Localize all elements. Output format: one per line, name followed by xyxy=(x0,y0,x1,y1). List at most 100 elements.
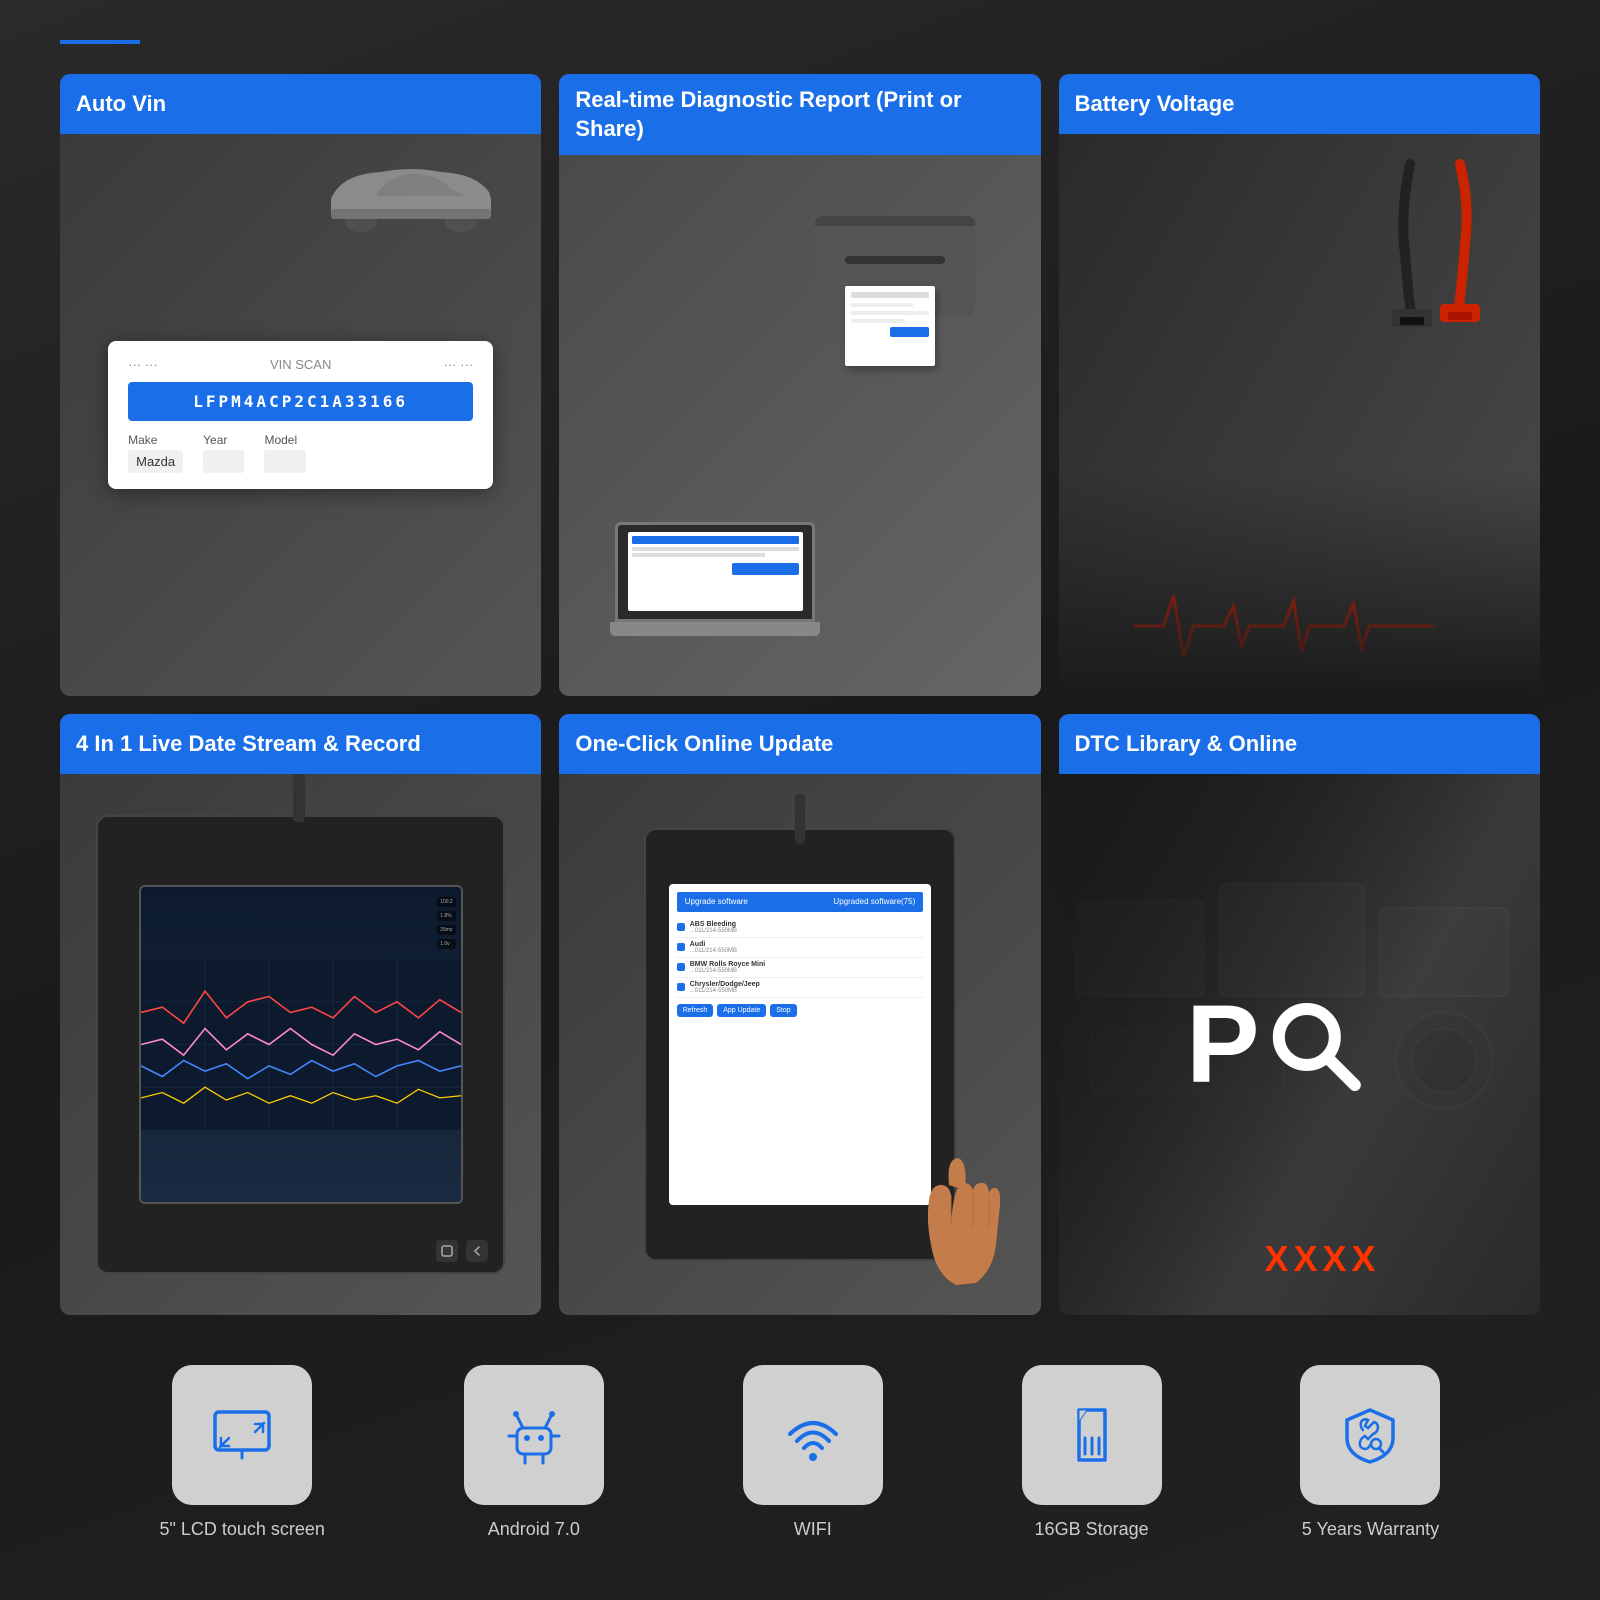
update-checkbox-1 xyxy=(677,923,685,931)
scanner-btn-1 xyxy=(436,1240,458,1262)
diagnostic-label: Real-time Diagnostic Report (Print or Sh… xyxy=(559,74,1040,155)
app-update-button[interactable]: App Update xyxy=(717,1004,766,1017)
update-item-name-1: ABS Bleeding ...011/214-550MB xyxy=(690,921,924,934)
laptop-base xyxy=(610,622,820,636)
storage-label: 16GB Storage xyxy=(1035,1519,1149,1540)
update-cable-top xyxy=(795,794,805,844)
wifi-icon xyxy=(778,1400,848,1470)
android-icon-box xyxy=(464,1365,604,1505)
dtc-search-icon xyxy=(1264,995,1364,1095)
laptop-screen-content xyxy=(628,532,803,612)
car-silhouette-icon xyxy=(311,154,511,234)
vin-model-value xyxy=(264,450,305,473)
warranty-label: 5 Years Warranty xyxy=(1302,1519,1439,1540)
scanner-buttons xyxy=(436,1240,488,1262)
engine-fade xyxy=(1059,471,1540,696)
dtc-p-search-group: P xyxy=(1186,990,1364,1100)
warranty-shield-icon xyxy=(1335,1400,1405,1470)
refresh-button[interactable]: Refresh xyxy=(677,1004,714,1017)
vin-model-field: Model xyxy=(264,433,305,473)
paper-line-3 xyxy=(851,311,929,315)
lcd-icon-box xyxy=(172,1365,312,1505)
paper-line-1 xyxy=(851,292,929,298)
screen-line-1 xyxy=(632,547,799,551)
auto-vin-label: Auto Vin xyxy=(60,74,541,134)
graph-item-1: 100.2 xyxy=(437,897,456,907)
laptop-screen xyxy=(615,522,815,622)
update-header-left: Upgrade software xyxy=(685,897,748,906)
update-image: Upgrade software Upgraded software(75) A… xyxy=(559,774,1040,1315)
live-stream-image: 100.2 1.8% 25ms 1.0v xyxy=(60,774,541,1315)
page-wrapper: Auto Vin ··· ··· xyxy=(0,0,1600,1600)
paper-button xyxy=(890,327,929,337)
paper-line-4 xyxy=(851,319,906,323)
scanner-device: 100.2 1.8% 25ms 1.0v xyxy=(96,815,505,1275)
vin-barcode: LFPM4ACP2C1A33166 xyxy=(128,382,473,421)
update-checkbox-2 xyxy=(677,943,685,951)
hand-icon xyxy=(911,1155,1001,1285)
jumper-cables-icon xyxy=(1380,154,1500,334)
storage-icon-box xyxy=(1022,1365,1162,1505)
feature-card-diagnostic: Real-time Diagnostic Report (Print or Sh… xyxy=(559,74,1040,696)
top-accent xyxy=(60,40,140,44)
graph-item-4: 1.0v xyxy=(437,939,456,949)
feature-card-battery: Battery Voltage xyxy=(1059,74,1540,696)
scanner-graph: 100.2 1.8% 25ms 1.0v xyxy=(141,887,461,1202)
update-item-4: Chrysler/Dodge/Jeep ...011/214-550MB xyxy=(677,978,924,998)
update-label: One-Click Online Update xyxy=(559,714,1040,774)
wifi-icon-box xyxy=(743,1365,883,1505)
update-item-name-3: BMW Rolls Royce Mini ...011/214-550MB xyxy=(690,961,924,974)
update-header-right: Upgraded software(75) xyxy=(833,897,915,906)
update-item-name-4: Chrysler/Dodge/Jeep ...011/214-550MB xyxy=(690,981,924,994)
settings-icon xyxy=(441,1245,453,1257)
paper-line-2 xyxy=(851,303,913,307)
screen-header-bar xyxy=(632,536,799,544)
update-screen-header: Upgrade software Upgraded software(75) xyxy=(677,892,924,912)
printer-paper xyxy=(845,286,935,366)
update-item-2: Audi ...011/214-550MB xyxy=(677,938,924,958)
vin-scan-dots-left: ··· ··· xyxy=(128,357,158,372)
update-item-3: BMW Rolls Royce Mini ...011/214-550MB xyxy=(677,958,924,978)
printer-slot xyxy=(845,256,945,264)
vin-scan-title: ··· ··· VIN SCAN ··· ··· xyxy=(128,357,473,372)
vin-scan-text: VIN SCAN xyxy=(270,357,331,372)
battery-image xyxy=(1059,134,1540,696)
feature-icon-android: Android 7.0 xyxy=(464,1365,604,1540)
feature-card-update: One-Click Online Update Upgrade software… xyxy=(559,714,1040,1315)
stop-button[interactable]: Stop xyxy=(770,1004,796,1017)
update-device: Upgrade software Upgraded software(75) A… xyxy=(644,828,957,1261)
vin-make-label: Make xyxy=(128,433,183,447)
feature-icon-warranty: 5 Years Warranty xyxy=(1300,1365,1440,1540)
android-icon xyxy=(499,1400,569,1470)
dtc-xxxx: XXXX xyxy=(1265,1238,1381,1280)
vin-year-field: Year xyxy=(203,433,244,473)
android-label: Android 7.0 xyxy=(488,1519,580,1540)
vin-make-field: Make Mazda xyxy=(128,433,183,473)
warranty-icon-box xyxy=(1300,1365,1440,1505)
vin-model-label: Model xyxy=(264,433,305,447)
vin-year-value xyxy=(203,450,244,473)
feature-icon-storage: 16GB Storage xyxy=(1022,1365,1162,1540)
vin-make-value: Mazda xyxy=(128,450,183,473)
feature-icon-lcd: 5" LCD touch screen xyxy=(159,1365,324,1540)
wifi-label: WIFI xyxy=(794,1519,832,1540)
update-item-1: ABS Bleeding ...011/214-550MB xyxy=(677,918,924,938)
storage-icon xyxy=(1057,1400,1127,1470)
dtc-p-letter: P xyxy=(1186,990,1259,1100)
graph-svg xyxy=(141,887,461,1202)
update-checkbox-4 xyxy=(677,983,685,991)
scanner-btn-2 xyxy=(466,1240,488,1262)
diagnostic-image xyxy=(559,155,1040,696)
vin-fields: Make Mazda Year Model xyxy=(128,433,473,473)
dtc-image: P XXXX xyxy=(1059,774,1540,1315)
laptop-printer-visual xyxy=(595,196,1004,656)
screen-line-2 xyxy=(632,553,765,557)
auto-vin-image: ··· ··· VIN SCAN ··· ··· LFPM4ACP2C1A331… xyxy=(60,134,541,696)
graph-data-display: 100.2 1.8% 25ms 1.0v xyxy=(437,897,456,949)
update-checkbox-3 xyxy=(677,963,685,971)
bottom-section: 5" LCD touch screen xyxy=(60,1345,1540,1560)
laptop-shape xyxy=(615,522,815,636)
scanner-screen: 100.2 1.8% 25ms 1.0v xyxy=(139,885,463,1204)
vin-scan-box: ··· ··· VIN SCAN ··· ··· LFPM4ACP2C1A331… xyxy=(108,341,493,489)
feature-card-dtc: DTC Library & Online xyxy=(1059,714,1540,1315)
